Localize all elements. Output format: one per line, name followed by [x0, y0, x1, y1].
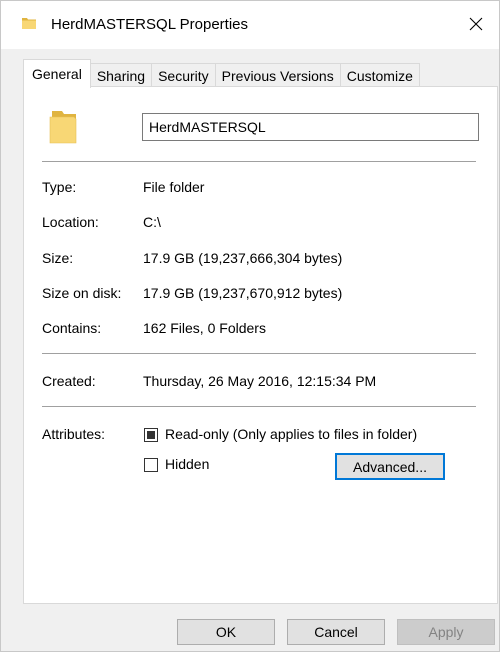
advanced-button[interactable]: Advanced...: [335, 453, 445, 480]
hidden-checkbox[interactable]: [144, 458, 158, 472]
folder-icon: [21, 15, 37, 34]
close-icon: [469, 17, 483, 34]
contains-value: 162 Files, 0 Folders: [143, 320, 266, 336]
tab-sharing[interactable]: Sharing: [89, 63, 153, 87]
tab-strip: General Sharing Security Previous Versio…: [23, 59, 420, 88]
general-panel: Type: File folder Location: C:\ Size: 17…: [23, 86, 498, 604]
divider: [42, 406, 476, 407]
tab-previous-versions[interactable]: Previous Versions: [214, 63, 341, 87]
tab-security[interactable]: Security: [151, 63, 216, 87]
window-title: HerdMASTERSQL Properties: [51, 16, 249, 33]
close-button[interactable]: [453, 1, 499, 49]
size-on-disk-label: Size on disk:: [42, 285, 122, 301]
tab-general[interactable]: General: [23, 59, 91, 88]
location-value: C:\: [143, 214, 161, 230]
properties-dialog: HerdMASTERSQL Properties General Sharing…: [0, 0, 500, 652]
title-bar: HerdMASTERSQL Properties: [1, 1, 499, 49]
type-label: Type:: [42, 179, 77, 195]
location-label: Location:: [42, 214, 99, 230]
size-value: 17.9 GB (19,237,666,304 bytes): [143, 250, 343, 266]
apply-button[interactable]: Apply: [397, 619, 495, 645]
tab-customize[interactable]: Customize: [339, 63, 420, 87]
hidden-label: Hidden: [165, 456, 210, 472]
size-on-disk-value: 17.9 GB (19,237,670,912 bytes): [143, 285, 343, 301]
folder-name-input[interactable]: [142, 113, 479, 141]
ok-button[interactable]: OK: [177, 619, 275, 645]
size-label: Size:: [42, 250, 74, 266]
divider: [42, 161, 476, 162]
cancel-button[interactable]: Cancel: [287, 619, 385, 645]
contains-label: Contains:: [42, 320, 102, 336]
readonly-label: Read-only (Only applies to files in fold…: [165, 426, 418, 442]
readonly-checkbox[interactable]: [144, 428, 158, 442]
created-label: Created:: [42, 373, 96, 389]
attributes-label: Attributes:: [42, 426, 106, 442]
type-value: File folder: [143, 179, 205, 195]
divider: [42, 353, 476, 354]
created-value: Thursday, 26 May 2016, 12:15:34 PM: [143, 373, 377, 389]
folder-icon: [48, 109, 80, 148]
